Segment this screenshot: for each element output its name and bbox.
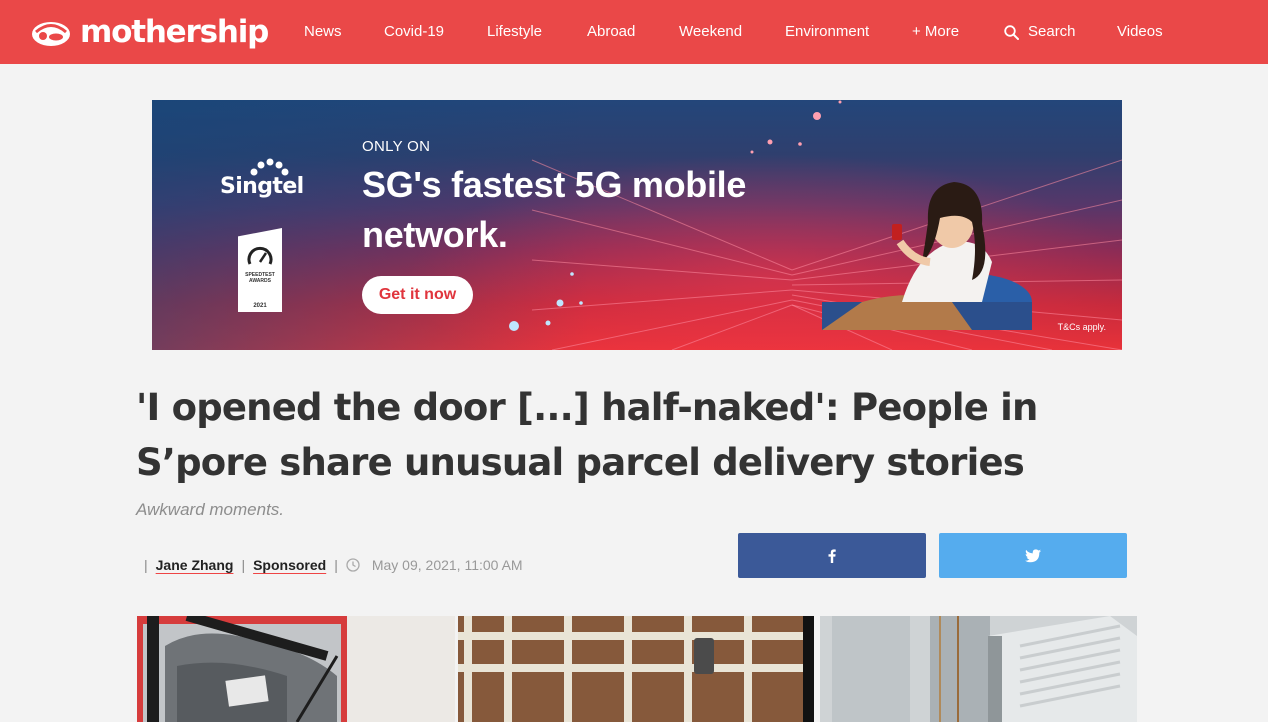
- twitter-icon: [1025, 548, 1041, 562]
- mothership-logo-icon: [30, 15, 72, 49]
- ad-eyebrow: ONLY ON: [362, 138, 431, 155]
- meta-separator: |: [241, 557, 246, 573]
- ad-banner[interactable]: Singtel SPEEDTEST AWARDS 2021 ONLY ON SG…: [152, 100, 1122, 350]
- award-label: SPEEDTEST AWARDS: [245, 272, 275, 284]
- nav-item-environment[interactable]: Environment: [785, 22, 869, 42]
- nav-item-abroad[interactable]: Abroad: [587, 22, 635, 42]
- top-navbar: mothership News Covid-19 Lifestyle Abroa…: [0, 0, 1268, 64]
- site-logo[interactable]: mothership: [30, 14, 269, 50]
- publish-date: May 09, 2021, 11:00 AM: [371, 557, 523, 573]
- get-it-now-button[interactable]: Get it now: [362, 276, 473, 314]
- search-icon: [1004, 24, 1019, 40]
- article-title: 'I opened the door [...] half-naked': Pe…: [136, 386, 1038, 484]
- site-name: mothership: [80, 14, 269, 50]
- facebook-icon: [828, 548, 836, 563]
- woman-on-chair-photo: [822, 182, 1032, 330]
- brand-name: Singtel: [220, 174, 304, 199]
- singtel-logo: Singtel: [220, 158, 310, 206]
- ad-disclaimer: T&Cs apply.: [1057, 322, 1106, 332]
- article-photo-parcel-on-trolley: [137, 616, 455, 722]
- meta-separator: |: [334, 557, 338, 573]
- article-photo-doorway: [820, 616, 1137, 722]
- nav-item-videos[interactable]: Videos: [1117, 22, 1163, 42]
- sponsored-tag-link[interactable]: Sponsored: [253, 557, 326, 573]
- article-meta: | Jane Zhang | Sponsored | May 09, 2021,…: [136, 555, 523, 575]
- twitter-share-button[interactable]: [939, 533, 1127, 578]
- search-label: Search: [1028, 23, 1076, 40]
- nav-item-search[interactable]: Search: [1004, 22, 1076, 42]
- meta-separator: |: [144, 557, 148, 573]
- nav-item-more[interactable]: + More: [912, 22, 959, 42]
- author-link[interactable]: Jane Zhang: [156, 557, 234, 573]
- nav-item-lifestyle[interactable]: Lifestyle: [487, 22, 542, 42]
- article-subtitle: Awkward moments.: [136, 500, 285, 519]
- clock-icon: [346, 558, 360, 572]
- nav-item-covid-19[interactable]: Covid-19: [384, 22, 444, 42]
- ad-headline: SG's fastest 5G mobile network.: [362, 164, 747, 255]
- nav-item-weekend[interactable]: Weekend: [679, 22, 742, 42]
- nav-item-news[interactable]: News: [304, 22, 342, 42]
- article-photo-gate: [458, 616, 814, 722]
- speedtest-award-badge: SPEEDTEST AWARDS 2021: [238, 228, 282, 312]
- facebook-share-button[interactable]: [738, 533, 926, 578]
- award-year: 2021: [253, 303, 267, 309]
